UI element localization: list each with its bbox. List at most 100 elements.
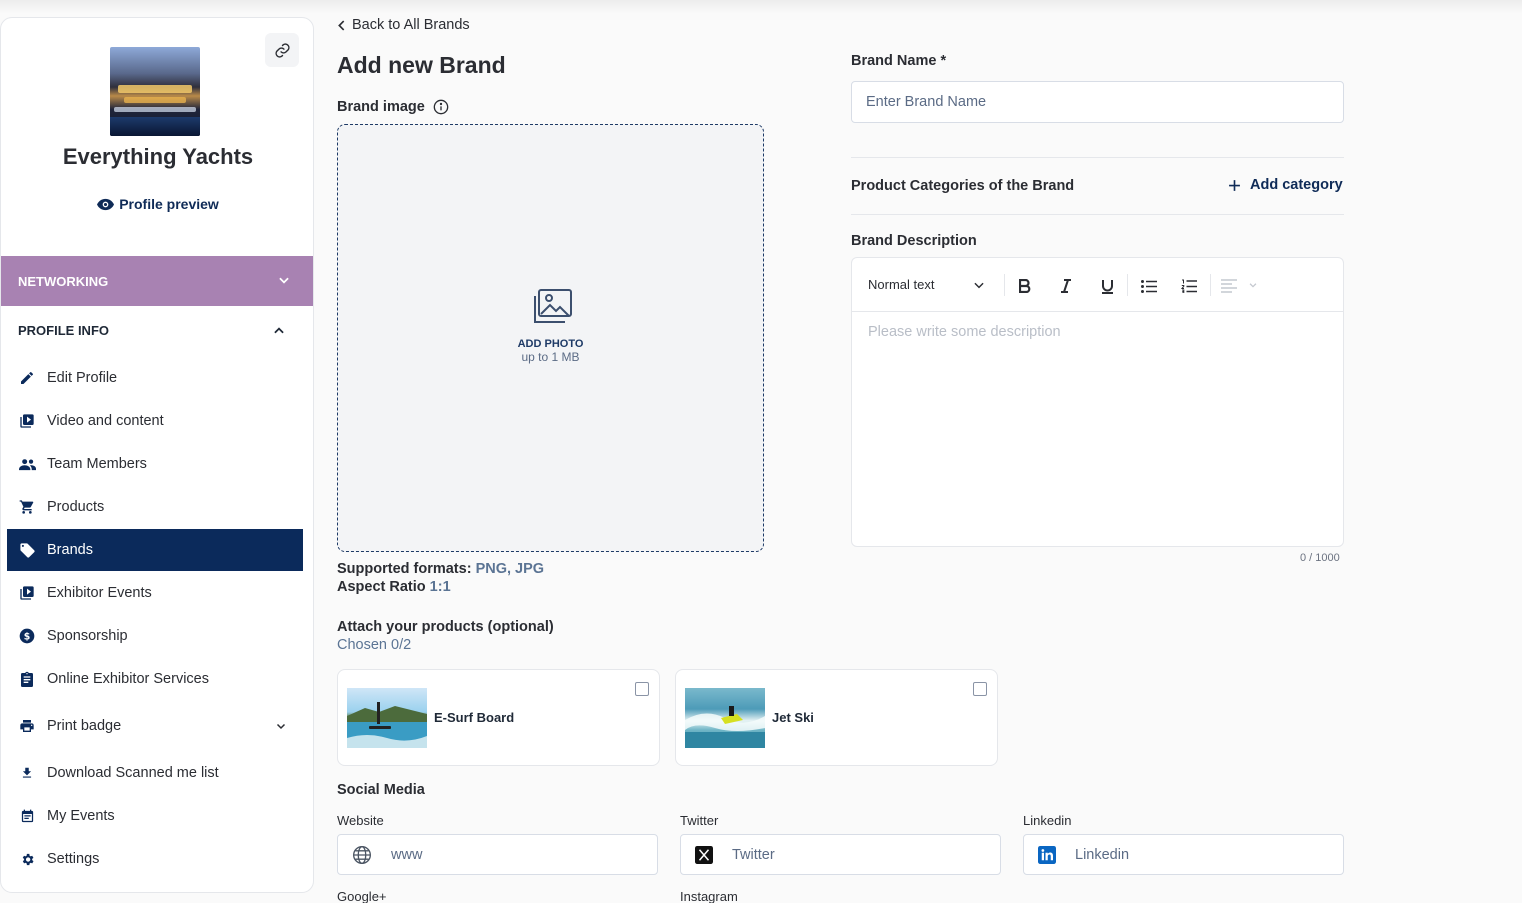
sidebar-item-label: My Events [47,808,115,824]
svg-text:$: $ [24,631,31,642]
profile-preview-link[interactable]: Profile preview [1,196,313,212]
chevron-down-icon[interactable] [1248,280,1258,290]
underline-button[interactable] [1096,275,1118,297]
sidebar-item-download-scanned[interactable]: Download Scanned me list [7,752,303,794]
company-name: Everything Yachts [62,144,254,169]
top-shadow [0,0,1522,14]
bold-icon [1019,279,1031,293]
sidebar-item-label: Download Scanned me list [47,765,219,781]
product-checkbox[interactable] [635,682,649,696]
formats-label: Supported formats: [337,561,472,577]
sidebar-item-label: Exhibitor Events [47,585,152,601]
brand-name-label: Brand Name * [851,53,947,69]
networking-section[interactable]: NETWORKING [1,256,313,306]
sidebar-item-label: Video and content [47,413,164,429]
image-icon [533,289,572,323]
tag-icon [7,542,47,559]
sidebar-item-edit-profile[interactable]: Edit Profile [7,357,303,399]
sidebar-item-video-content[interactable]: Video and content [7,400,303,442]
underline-icon [1101,279,1113,294]
linkedin-input[interactable]: Linkedin [1023,834,1344,875]
add-category-button[interactable]: Add category [1228,177,1343,193]
photo-dropzone[interactable]: ADD PHOTO up to 1 MB [337,124,764,552]
formats-info: Supported formats: PNG, JPG Aspect Ratio… [337,560,544,596]
copy-link-button[interactable] [265,33,299,67]
sidebar-item-brands[interactable]: Brands [7,529,303,571]
clipboard-icon [7,671,47,687]
product-name: E-Surf Board [434,710,515,725]
text-style-select[interactable]: Normal text [868,277,934,292]
chevron-up-icon[interactable] [272,324,286,338]
align-left-icon [1221,279,1237,293]
sidebar-item-settings[interactable]: Settings [7,838,303,880]
sidebar-item-label: Online Exhibitor Services [47,671,209,687]
calendar-icon [7,809,47,824]
bullet-list-icon [1141,279,1157,293]
back-link-label: Back to All Brands [352,17,470,33]
description-editor[interactable]: Normal text Please write some descriptio… [851,257,1344,547]
people-icon [7,458,47,471]
website-input[interactable]: www [337,834,658,875]
divider [851,214,1344,215]
sidebar-item-team-members[interactable]: Team Members [7,443,303,485]
sidebar-item-print-badge[interactable]: Print badge [7,705,303,747]
globe-icon [353,845,371,864]
sidebar-item-label: Brands [47,542,93,558]
events-library-icon [7,585,47,601]
product-image [685,688,765,748]
sidebar-item-my-events[interactable]: My Events [7,795,303,837]
chevron-down-icon [276,723,286,730]
sidebar-item-sponsorship[interactable]: $ Sponsorship [7,615,303,657]
twitter-label: Twitter [680,813,719,828]
instagram-label: Instagram [680,889,738,903]
back-link[interactable]: Back to All Brands [337,17,470,33]
sidebar-item-products[interactable]: Products [7,486,303,528]
googleplus-label: Google+ [337,889,387,903]
eye-icon [97,198,115,210]
networking-label: NETWORKING [18,273,109,289]
brand-name-input[interactable]: Enter Brand Name [851,81,1344,123]
twitter-input[interactable]: Twitter [680,834,1001,875]
divider [851,157,1344,158]
social-media-title: Social Media [337,782,425,798]
pencil-icon [7,370,47,386]
video-library-icon [7,413,47,429]
attach-products-title: Attach your products (optional) [337,619,554,635]
chevron-down-icon [279,277,289,284]
twitter-placeholder: Twitter [732,846,775,863]
website-label: Website [337,813,384,828]
brand-name-placeholder: Enter Brand Name [866,94,987,110]
info-icon[interactable] [433,99,449,115]
aspect-value: 1:1 [429,579,451,595]
align-button[interactable] [1218,275,1240,297]
sidebar-item-online-exhibitor-services[interactable]: Online Exhibitor Services [7,658,303,700]
formats-value: PNG, JPG [475,561,545,577]
x-twitter-icon [695,845,713,864]
italic-icon [1061,279,1071,293]
sidebar-item-label: Settings [47,851,100,867]
bold-button[interactable] [1014,275,1036,297]
bullet-list-button[interactable] [1138,275,1160,297]
sidebar-item-label: Team Members [47,456,147,472]
product-card-jetski[interactable]: Jet Ski [675,669,998,766]
add-category-label: Add category [1250,177,1343,193]
sidebar-item-label: Sponsorship [47,628,128,644]
description-placeholder: Please write some description [868,324,1061,340]
product-image [347,688,427,748]
cart-icon [7,499,47,515]
numbered-list-button[interactable] [1178,275,1200,297]
chosen-count: Chosen 0/2 [337,637,412,653]
sidebar: Everything Yachts Profile preview NETWOR… [0,17,314,893]
download-icon [7,766,47,780]
italic-button[interactable] [1055,275,1077,297]
website-placeholder: www [391,846,423,863]
add-photo-label: ADD PHOTO [517,338,584,350]
aspect-label: Aspect Ratio [337,579,426,595]
product-checkbox[interactable] [973,682,987,696]
product-card-esurf[interactable]: E-Surf Board [337,669,660,766]
profile-info-header[interactable]: PROFILE INFO [18,323,109,338]
chevron-down-icon[interactable] [972,278,986,292]
numbered-list-icon [1181,279,1197,293]
sidebar-item-exhibitor-events[interactable]: Exhibitor Events [7,572,303,614]
linkedin-icon [1038,845,1056,864]
